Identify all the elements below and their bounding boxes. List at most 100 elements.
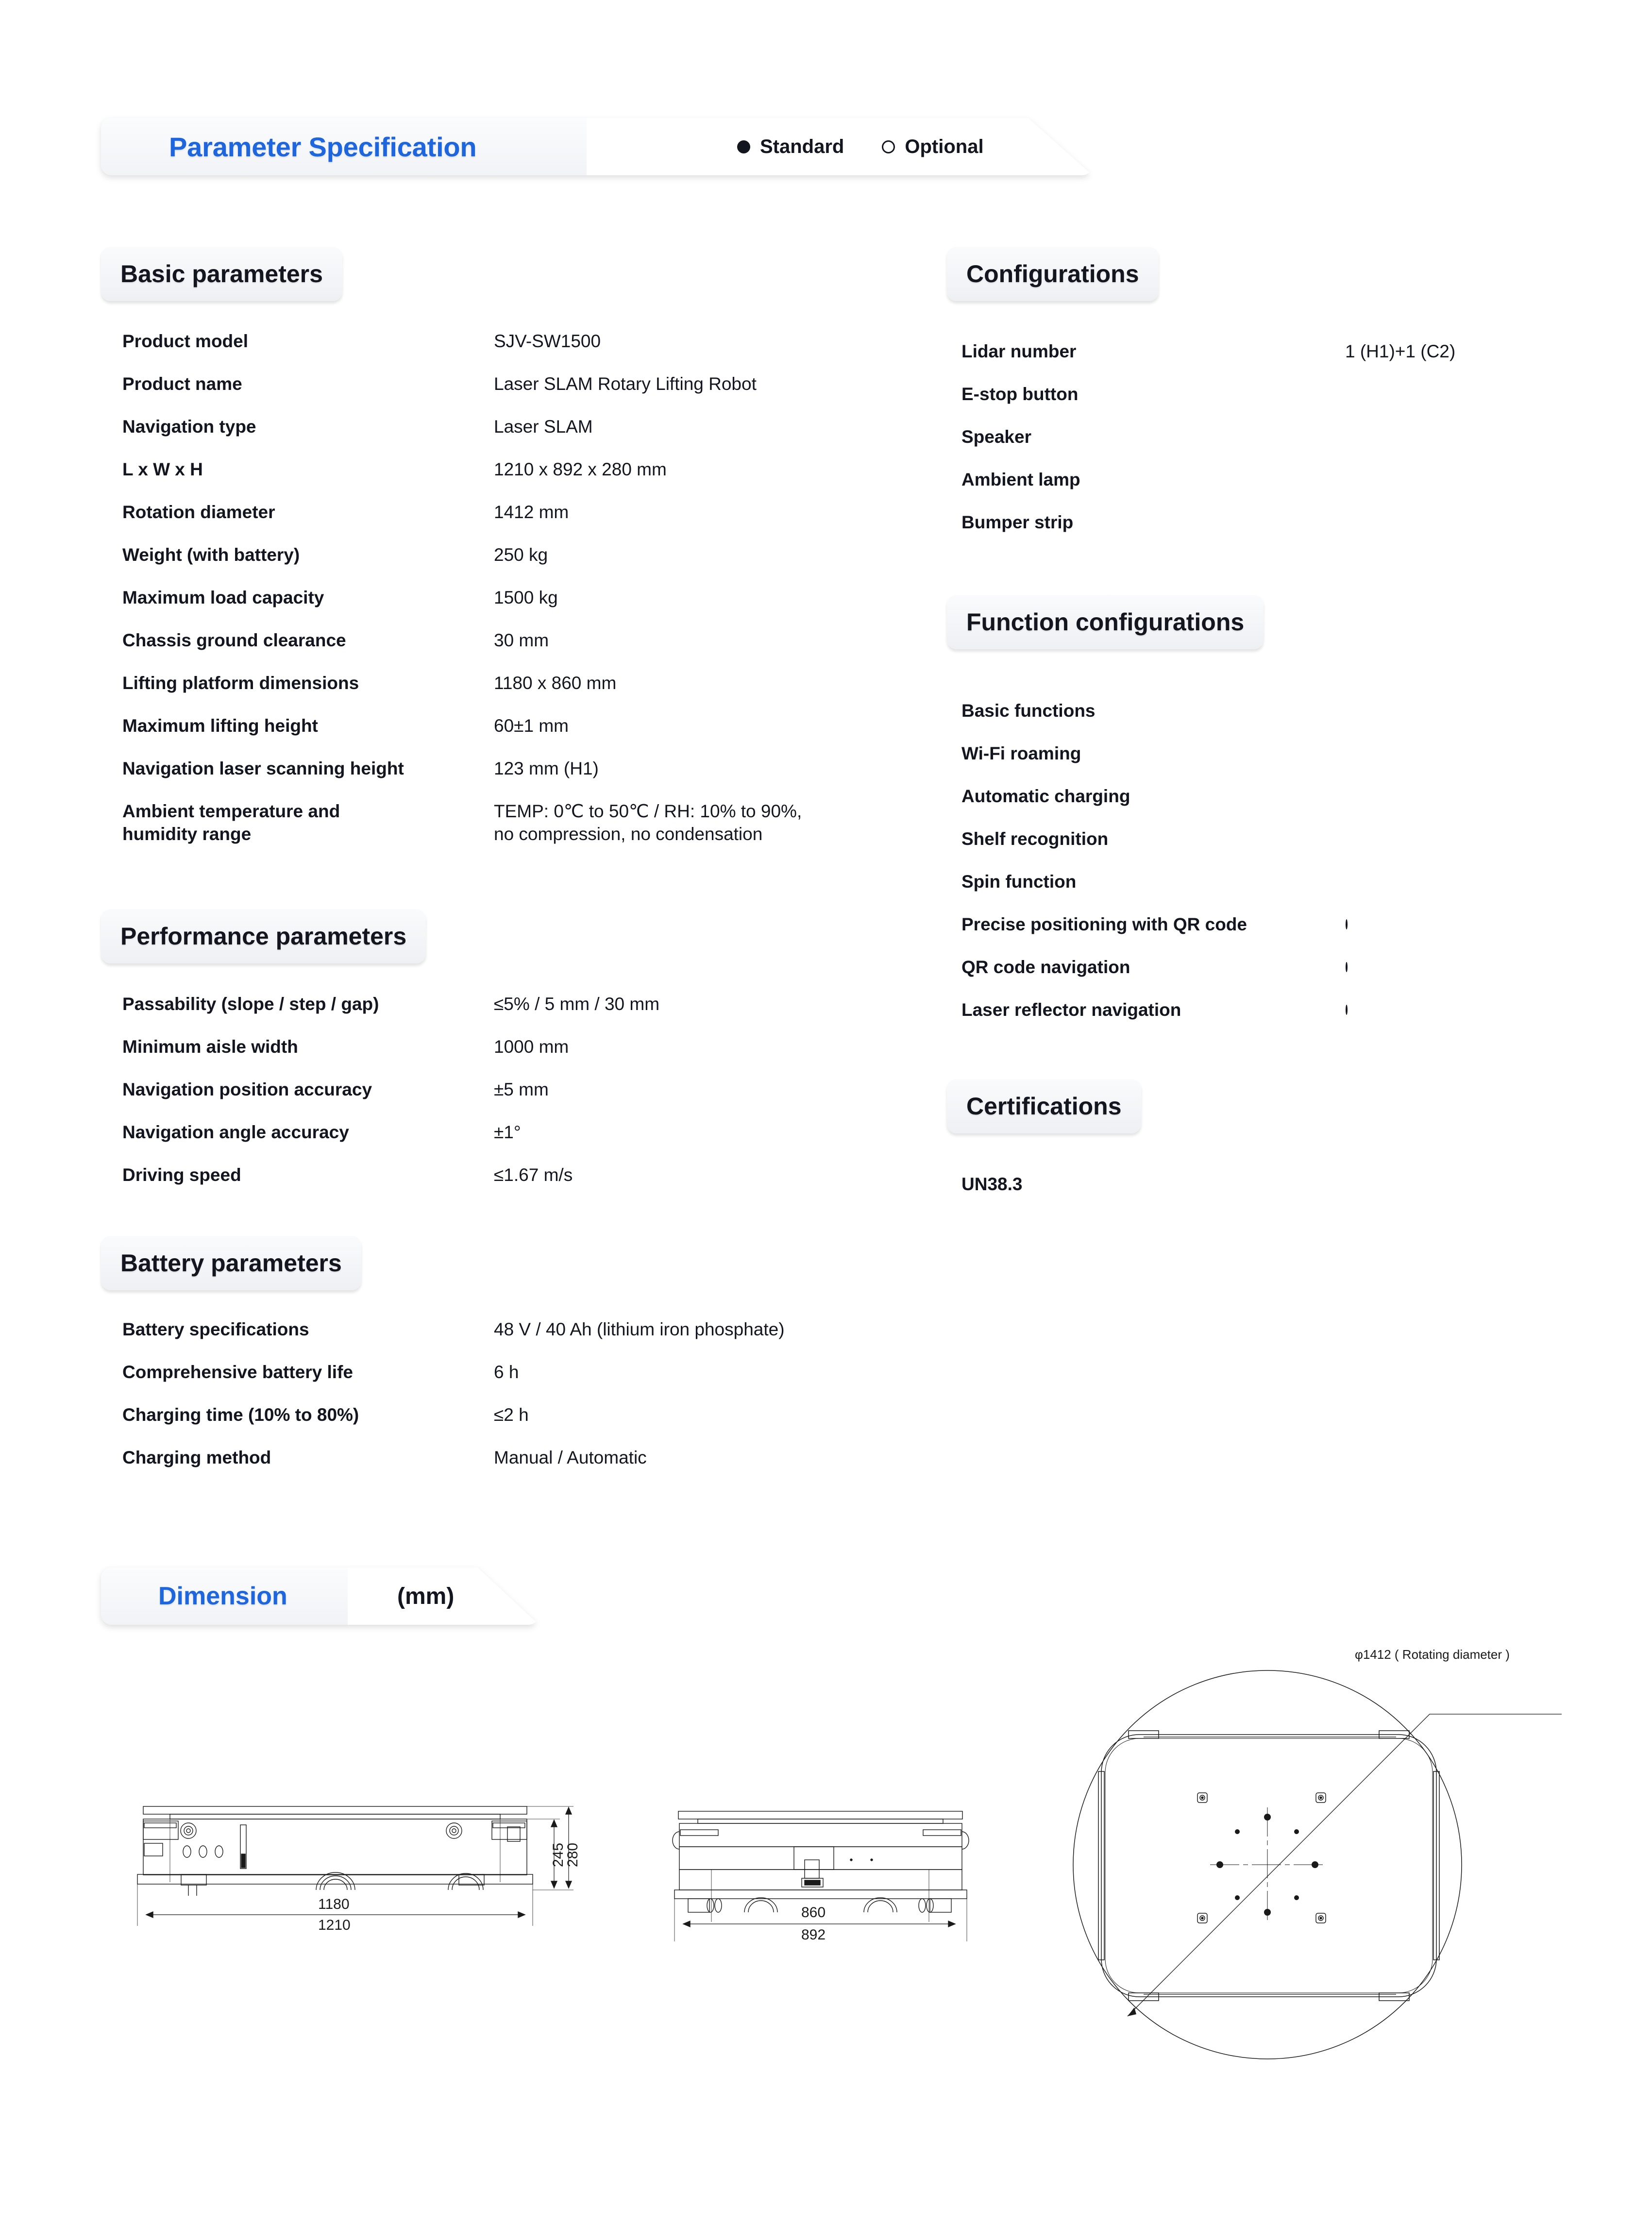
side-view-outer-width-label: 1210 [318,1917,351,1933]
table-row: Charging method Manual / Automatic [122,1447,948,1489]
section-header-basic-parameters: Basic parameters [101,247,342,301]
row-value: ±1° [494,1122,521,1142]
side-view-outer-height-label: 280 [565,1842,581,1867]
legend: Standard Optional [737,118,984,175]
table-row: Shelf recognition [961,818,1544,860]
row-label: Lifting platform dimensions [122,673,359,693]
table-row: Minimum aisle width 1000 mm [122,1036,899,1079]
table-row: Ambient lamp [961,458,1544,501]
table-row: UN38.3 [961,1163,1544,1206]
row-label: Ambient temperature and humidity range [122,801,340,844]
table-row: Passability (slope / step / gap) ≤5% / 5… [122,993,899,1036]
front-view-drawing: 860 892 [658,1792,998,1943]
row-value: ≤5% / 5 mm / 30 mm [494,994,660,1014]
row-label: Basic functions [961,701,1096,721]
row-label: Automatic charging [961,786,1130,806]
row-label: Chassis ground clearance [122,630,346,650]
hollow-circle-icon [882,140,895,153]
row-value: 60±1 mm [494,716,569,736]
row-label: Comprehensive battery life [122,1362,353,1382]
table-row: Navigation type Laser SLAM [122,416,899,458]
configurations-table: Lidar number 1 (H1)+1 (C2) E-stop button… [961,330,1544,544]
table-row: Navigation position accuracy ±5 mm [122,1079,899,1121]
side-view-svg [137,1806,573,1926]
row-label: Weight (with battery) [122,545,300,565]
row-label: Precise positioning with QR code [961,914,1247,934]
performance-parameters-table: Passability (slope / step / gap) ≤5% / 5… [122,993,899,1207]
row-label: Charging method [122,1448,271,1467]
basic-parameters-table: Product model SJV-SW1500 Product name La… [122,330,899,864]
row-label: Spin function [961,872,1077,892]
side-view-drawing: 1180 1210 245 280 [124,1797,585,1942]
row-label: UN38.3 [961,1174,1023,1194]
side-view-inner-height-label: 245 [550,1842,566,1867]
row-value: 1 (H1)+1 (C2) [1345,341,1456,361]
table-row: Weight (with battery) 250 kg [122,544,899,587]
row-label: Product model [122,331,249,351]
row-value: TEMP: 0℃ to 50℃ / RH: 10% to 90%, no com… [494,801,802,844]
section-header-certifications: Certifications [947,1079,1141,1133]
table-row: Spin function [961,860,1544,903]
table-row: Driving speed ≤1.67 m/s [122,1164,899,1207]
row-label: E-stop button [961,384,1079,404]
table-row: Maximum load capacity 1500 kg [122,587,899,629]
row-label: Bumper strip [961,512,1074,532]
row-label: Battery specifications [122,1319,309,1339]
row-value: 1000 mm [494,1037,569,1057]
rotating-diameter-label: φ1412 ( Rotating diameter ) [1355,1647,1510,1662]
section-header-performance-parameters: Performance parameters [101,909,426,963]
table-row: Speaker [961,416,1544,458]
table-row: Maximum lifting height 60±1 mm [122,715,899,758]
dimension-title: Dimension [158,1582,287,1610]
hollow-circle-icon [1346,919,1348,929]
row-label: Laser reflector navigation [961,1000,1181,1020]
table-row: Bumper strip [961,501,1544,544]
table-row: Laser reflector navigation [961,989,1544,1031]
table-row: Navigation laser scanning height 123 mm … [122,758,899,800]
row-value: 30 mm [494,630,549,650]
function-configurations-table: Basic functions Wi-Fi roaming Automatic … [961,690,1544,1031]
table-row: Charging time (10% to 80%) ≤2 h [122,1404,948,1447]
optional-indicator [1346,1005,1348,1015]
row-value: 6 h [494,1362,519,1382]
row-label: Navigation laser scanning height [122,759,404,778]
row-label: Lidar number [961,341,1077,361]
legend-item-optional: Optional [882,135,984,158]
top-view-drawing: φ1412 ( Rotating diameter ) [1044,1641,1588,2069]
row-label: Navigation position accuracy [122,1079,372,1099]
row-label: Navigation angle accuracy [122,1122,349,1142]
table-row: Rotation diameter 1412 mm [122,501,899,544]
row-value: 123 mm (H1) [494,759,599,778]
side-view-inner-width-label: 1180 [318,1896,350,1912]
parameter-specification-banner: Parameter Specification Standard Optiona… [101,118,1093,175]
legend-item-standard: Standard [737,136,844,158]
front-view-outer-width-label: 892 [801,1927,826,1943]
row-label: Shelf recognition [961,829,1109,849]
hollow-circle-icon [1346,1005,1348,1015]
top-view-svg [1073,1670,1562,2059]
row-label: QR code navigation [961,957,1130,977]
certifications-table: UN38.3 [961,1163,1544,1206]
table-row: Navigation angle accuracy ±1° [122,1121,899,1164]
section-header-function-configurations: Function configurations [947,595,1264,649]
row-value: ≤2 h [494,1405,529,1425]
spec-sheet-page: Parameter Specification Standard Optiona… [0,0,1652,2225]
row-label: Minimum aisle width [122,1037,298,1057]
optional-indicator [1346,919,1348,929]
legend-label-optional: Optional [905,135,984,157]
front-view-inner-width-label: 860 [801,1905,826,1921]
legend-label-standard: Standard [760,135,844,157]
row-value: Laser SLAM [494,417,593,437]
row-value: Manual / Automatic [494,1448,647,1467]
table-row: Comprehensive battery life 6 h [122,1361,948,1404]
table-row: Product name Laser SLAM Rotary Lifting R… [122,373,899,416]
table-row: Product model SJV-SW1500 [122,330,899,373]
row-value: 1210 x 892 x 280 mm [494,459,667,479]
row-label: Charging time (10% to 80%) [122,1405,359,1425]
front-view-svg [672,1811,969,1941]
row-label: L x W x H [122,459,203,479]
table-row: Lifting platform dimensions 1180 x 860 m… [122,672,899,715]
table-row: Chassis ground clearance 30 mm [122,629,899,672]
row-label: Navigation type [122,417,256,437]
row-label: Rotation diameter [122,502,275,522]
